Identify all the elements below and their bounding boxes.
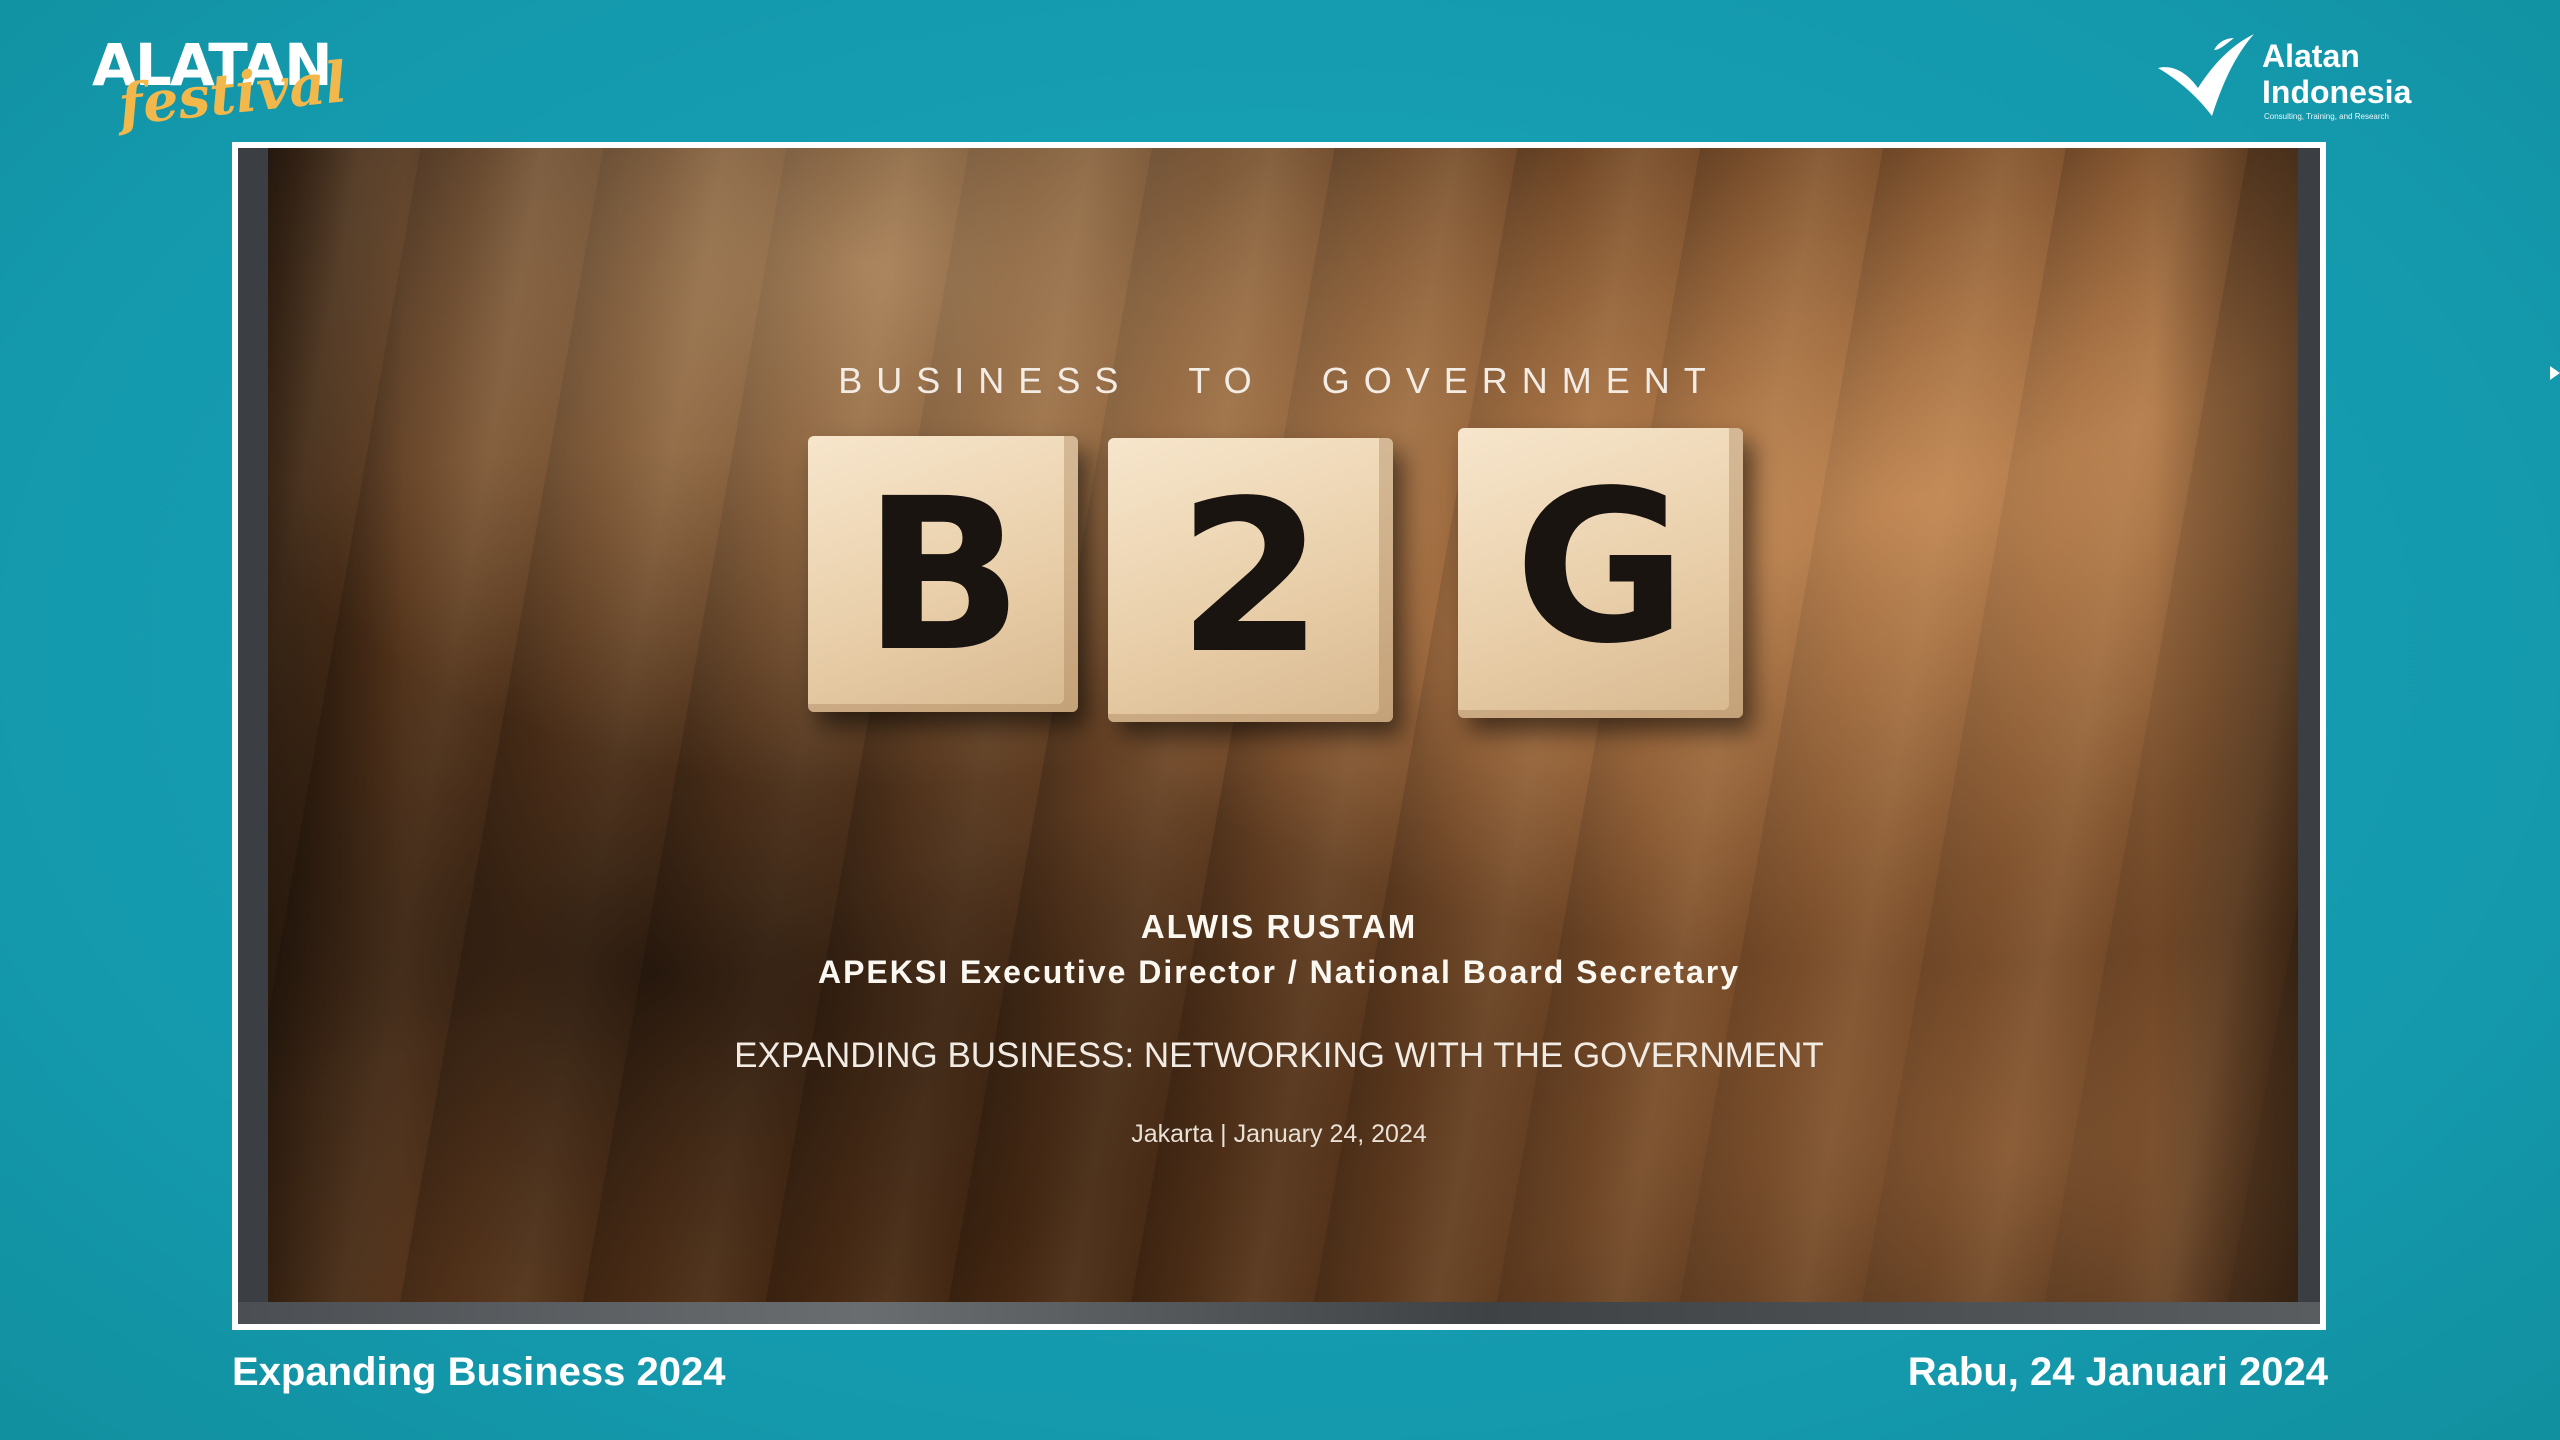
block-letter-g: G	[1458, 428, 1743, 718]
stream-frame: ALATAN festival Alatan Indonesia Consult…	[0, 0, 2560, 1440]
speaker-role: APEKSI Executive Director / National Boa…	[817, 954, 1741, 990]
bird-check-icon	[2158, 34, 2254, 116]
mouse-cursor-icon	[2550, 366, 2560, 380]
block-letter-b: B	[808, 436, 1078, 712]
event-date: Rabu, 24 Januari 2024	[1907, 1350, 2328, 1394]
talk-location-date: Jakarta | January 24, 2024	[1131, 1120, 1427, 1148]
brand-name-line2: Indonesia	[2262, 74, 2412, 110]
subtitle-word-1: BUSINESS	[838, 360, 1133, 401]
brand-tagline: Consulting, Training, and Research	[2264, 112, 2389, 121]
block-number-2: 2	[1108, 438, 1393, 722]
event-name: Expanding Business 2024	[232, 1350, 726, 1394]
presentation-slide: BUSINESS TO GOVERNMENT B 2 G ALWIS RUSTAM …	[238, 148, 2320, 1324]
slide-frame: BUSINESS TO GOVERNMENT B 2 G ALWIS RUSTAM …	[232, 142, 2326, 1330]
slide-edge-bottom	[238, 1302, 2320, 1324]
alatan-festival-logo: ALATAN festival	[92, 36, 362, 156]
talk-title: EXPANDING BUSINESS: NETWORKING WITH THE …	[734, 1036, 1824, 1075]
brand-name-line1: Alatan	[2262, 38, 2360, 74]
subtitle-word-3: GOVERNMENT	[1321, 360, 1720, 401]
b2g-subtitle: BUSINESS TO GOVERNMENT	[238, 360, 2320, 402]
subtitle-word-2: TO	[1188, 360, 1266, 401]
speaker-name: ALWIS RUSTAM	[1140, 908, 1418, 945]
alatan-indonesia-logo: Alatan Indonesia Consulting, Training, a…	[2154, 30, 2454, 130]
b2g-blocks: B 2 G	[808, 428, 1748, 728]
